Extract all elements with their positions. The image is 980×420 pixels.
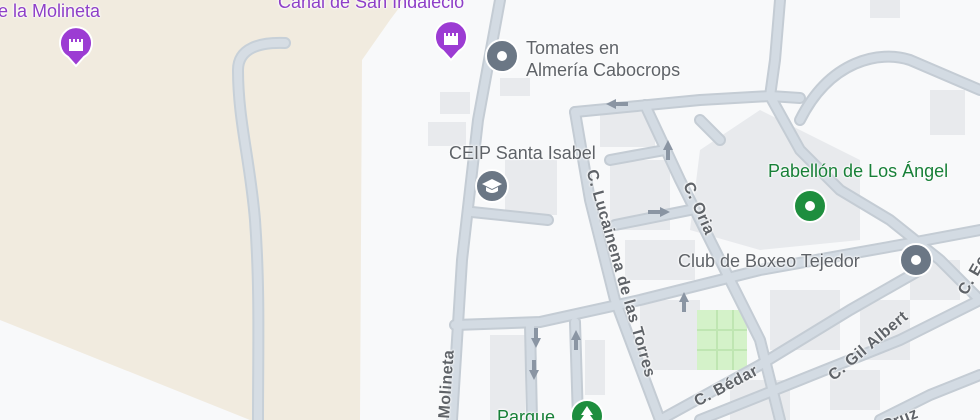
poi-label-tomates-line2[interactable]: Almería Cabocrops <box>526 61 680 79</box>
poi-label-ceip[interactable]: CEIP Santa Isabel <box>449 144 596 162</box>
location-dot-icon[interactable] <box>792 188 828 224</box>
poi-label-tomates-line1[interactable]: Tomates en <box>526 39 619 57</box>
map-canvas[interactable]: e la Molineta Canal de San Indalecio Tom… <box>0 0 980 420</box>
poi-label-boxeo[interactable]: Club de Boxeo Tejedor <box>678 252 860 270</box>
castle-icon[interactable] <box>58 24 94 68</box>
location-dot-icon[interactable] <box>484 38 520 74</box>
location-dot-icon[interactable] <box>898 242 934 278</box>
park-area <box>697 310 747 370</box>
school-cap-icon[interactable] <box>474 168 510 204</box>
castle-icon[interactable] <box>433 18 469 62</box>
tree-icon[interactable] <box>569 398 605 420</box>
poi-label-parque[interactable]: Parque <box>497 408 555 420</box>
poi-label-canal[interactable]: Canal de San Indalecio <box>278 0 464 11</box>
poi-label-pabellon[interactable]: Pabellón de Los Ángel <box>768 162 948 180</box>
poi-label-molineta[interactable]: e la Molineta <box>0 2 100 20</box>
